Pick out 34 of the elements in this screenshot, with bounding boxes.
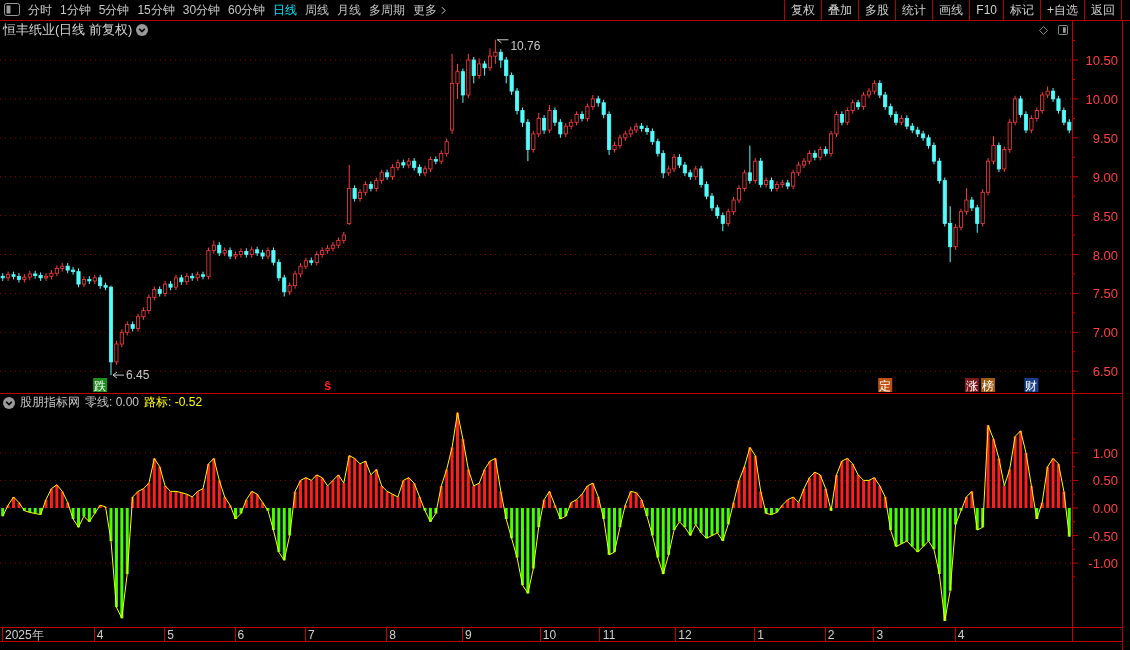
date-label: 6 (237, 628, 245, 642)
date-label: 2 (827, 628, 835, 642)
axis-label: 7.50 (1092, 286, 1118, 302)
chart-title: 恒丰纸业(日线 前复权) (3, 21, 133, 39)
axis-label: 10.50 (1085, 53, 1118, 68)
axis-label: 6.50 (1092, 364, 1118, 380)
indicator-reading: 路标: -0.52 (144, 394, 203, 411)
axis-label: 9.50 (1092, 130, 1118, 146)
axis-label: 9.00 (1092, 169, 1118, 185)
axis-label: 10.00 (1085, 91, 1118, 107)
date-label: 3 (876, 628, 884, 642)
date-label: 1 (757, 628, 765, 642)
date-label: 8 (389, 628, 396, 642)
date-label: 2025年 (5, 628, 44, 642)
indicator-name: 股朋指标网 (20, 394, 80, 411)
date-label: 10 (542, 628, 557, 642)
low-price-label: 6.45 (126, 368, 150, 383)
axis-label: 0.00 (1092, 501, 1118, 516)
date-label: 4 (957, 628, 965, 642)
axis-label: 0.50 (1092, 473, 1118, 489)
indicator-reading: 零线: 0.00 (85, 394, 140, 411)
date-label: 7 (307, 628, 315, 642)
date-label: 9 (465, 628, 472, 642)
axis-label: -1.00 (1088, 556, 1118, 572)
axis-label: -0.50 (1088, 528, 1118, 544)
axis-label: 7.00 (1092, 325, 1118, 341)
axis-label: 8.50 (1092, 208, 1118, 224)
axis-label: 1.00 (1092, 445, 1118, 461)
date-label: 12 (678, 628, 692, 642)
date-label: 11 (602, 628, 616, 642)
high-price-label: 10.76 (510, 39, 541, 53)
axis-label: 8.00 (1092, 247, 1118, 263)
date-label: 4 (96, 628, 104, 642)
date-label: 5 (167, 628, 174, 642)
